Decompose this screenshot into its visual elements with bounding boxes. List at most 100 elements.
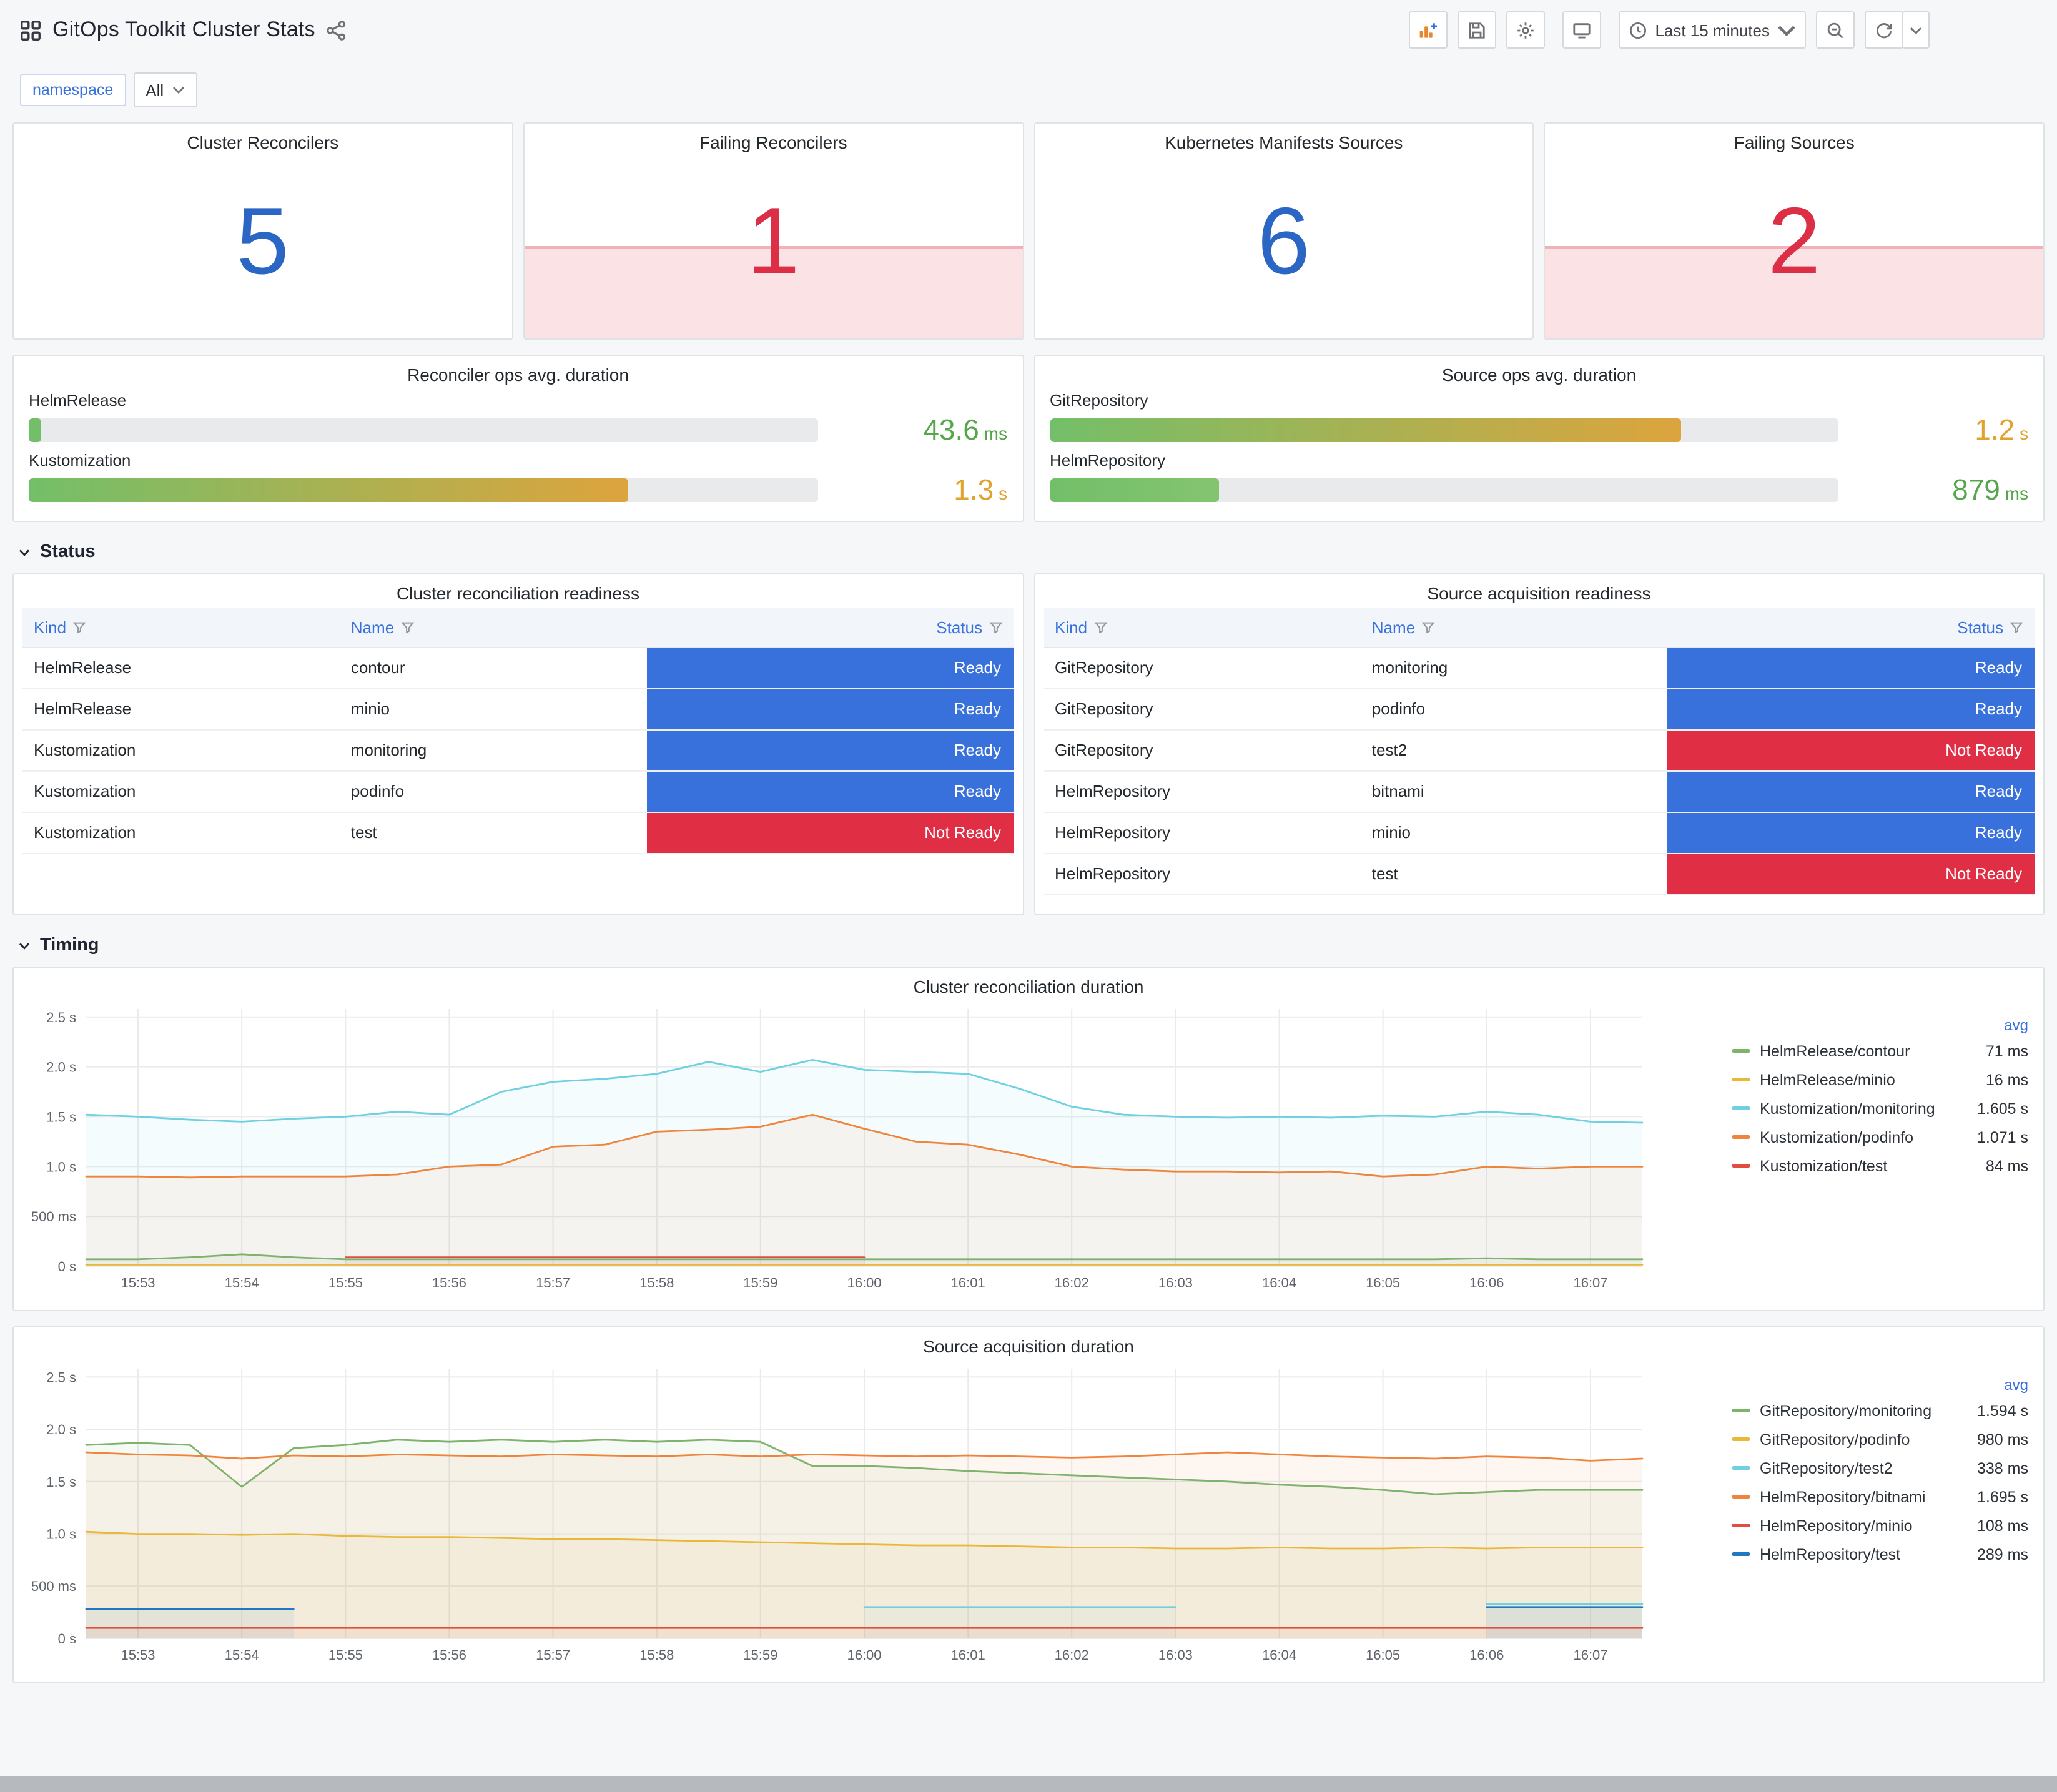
gauge-fill	[1050, 478, 1220, 502]
readiness-table: Kind Name Status GitRepository monitoring Rea…	[1043, 608, 2035, 895]
svg-text:15:58: 15:58	[639, 1647, 674, 1663]
gauge-fill	[29, 478, 628, 502]
legend-item[interactable]: Kustomization/monitoring 1.605 s	[1732, 1094, 2028, 1123]
share-icon[interactable]	[327, 19, 348, 41]
gear-icon	[1517, 22, 1534, 38]
cell-name: test	[339, 812, 647, 854]
svg-text:1.5 s: 1.5 s	[46, 1109, 76, 1125]
refresh-interval-dropdown[interactable]	[1902, 11, 1930, 49]
chevron-down-icon	[1778, 25, 1795, 36]
table-header-row: Kind Name Status	[22, 608, 1014, 647]
refresh-icon	[1876, 22, 1892, 38]
cell-name: contour	[339, 647, 647, 689]
legend-item[interactable]: HelmRepository/bitnami 1.695 s	[1732, 1482, 2028, 1511]
legend-series-label: GitRepository/podinfo	[1760, 1430, 1910, 1448]
svg-text:16:01: 16:01	[951, 1647, 985, 1663]
svg-text:16:00: 16:00	[847, 1275, 881, 1291]
legend-series-avg: 1.605 s	[1976, 1100, 2028, 1117]
dashboard-header: GitOps Toolkit Cluster Stats Last 15 min…	[0, 0, 2057, 60]
column-header-kind[interactable]: Kind	[1043, 608, 1361, 647]
status-badge: Ready	[646, 730, 1014, 769]
status-badge: Not Ready	[1667, 730, 2035, 769]
legend-item[interactable]: HelmRelease/minio 16 ms	[1732, 1065, 2028, 1094]
column-header-name[interactable]: Name	[1360, 608, 1668, 647]
legend-series-swatch	[1732, 1495, 1750, 1499]
legend-series-swatch	[1732, 1524, 1750, 1527]
dashboards-grid-icon[interactable]	[20, 19, 41, 41]
grafana-dashboard: GitOps Toolkit Cluster Stats Last 15 min…	[0, 0, 2057, 1792]
section-timing-label: Timing	[40, 935, 99, 955]
gauge-panel-title: Source ops avg. duration	[1441, 365, 1637, 385]
legend-series-label: GitRepository/monitoring	[1760, 1402, 1932, 1419]
status-badge: Not Ready	[1667, 854, 2035, 893]
legend-item[interactable]: GitRepository/podinfo 980 ms	[1732, 1425, 2028, 1454]
stat-panel: Failing Sources 2	[1544, 122, 2045, 340]
gauge-value-number: 879	[1952, 473, 2000, 506]
svg-text:16:07: 16:07	[1573, 1275, 1607, 1291]
save-dashboard-button[interactable]	[1458, 11, 1497, 49]
dashboard-settings-button[interactable]	[1506, 11, 1546, 49]
zoom-out-button[interactable]	[1816, 11, 1855, 49]
cycle-view-mode-button[interactable]	[1562, 11, 1602, 49]
cell-name: monitoring	[339, 729, 647, 771]
svg-text:16:06: 16:06	[1469, 1647, 1504, 1663]
column-header-name[interactable]: Name	[339, 608, 647, 647]
time-range-picker[interactable]: Last 15 minutes	[1619, 11, 1806, 49]
stats-row: Cluster Reconcilers 5 Failing Reconcilers 1…	[12, 122, 2045, 340]
time-series-plot[interactable]: 0 s 500 ms 1.0 s 1.5 s 2.0 s 2.5 s 15:53 15:54 1…	[21, 999, 1660, 1296]
svg-text:15:53: 15:53	[121, 1647, 155, 1663]
column-header-label: Status	[936, 618, 982, 637]
svg-text:15:59: 15:59	[743, 1647, 777, 1663]
time-series-plot[interactable]: 0 s 500 ms 1.0 s 1.5 s 2.0 s 2.5 s 15:53 15:54 1…	[21, 1359, 1660, 1668]
section-timing[interactable]: Timing	[17, 935, 2045, 955]
add-panel-button[interactable]	[1409, 11, 1448, 49]
filter-icon	[1421, 622, 1435, 633]
gauge-value-number: 43.6	[923, 413, 979, 446]
legend-series-label: HelmRepository/minio	[1760, 1517, 1913, 1534]
svg-text:16:02: 16:02	[1055, 1275, 1089, 1291]
legend-item[interactable]: Kustomization/test 84 ms	[1732, 1151, 2028, 1180]
bar-chart-add-icon	[1420, 22, 1438, 37]
gauge-value-unit: ms	[2000, 483, 2028, 503]
cell-status: Not Ready	[1667, 853, 2035, 895]
gauge-row: 1.3 s	[29, 473, 1007, 507]
stat-value: 2	[1767, 188, 1821, 294]
stat-value: 5	[236, 188, 290, 294]
legend-series-swatch	[1732, 1437, 1750, 1441]
legend-item[interactable]: HelmRelease/contour 71 ms	[1732, 1036, 2028, 1065]
legend-item[interactable]: GitRepository/test2 338 ms	[1732, 1454, 2028, 1482]
table-row: Kustomization monitoring Ready	[22, 729, 1014, 771]
column-header-status[interactable]: Status	[1667, 608, 2035, 647]
chart-panel-cluster-reconciliation: Cluster reconciliation duration 0 s 500 m…	[12, 967, 2045, 1311]
legend-avg-header: avg	[2004, 1017, 2028, 1034]
column-header-label: Name	[350, 618, 395, 637]
table-row: HelmRelease minio Ready	[22, 688, 1014, 730]
dashboard-toolbar: Last 15 minutes	[1399, 11, 1930, 49]
legend-series-label: HelmRelease/minio	[1760, 1071, 1895, 1088]
column-header-status[interactable]: Status	[646, 608, 1014, 647]
legend-item[interactable]: Kustomization/podinfo 1.071 s	[1732, 1123, 2028, 1151]
legend-series-label: HelmRelease/contour	[1760, 1042, 1910, 1060]
table-row: HelmRepository bitnami Ready	[1043, 770, 2035, 812]
bar-gauge-panel: Source ops avg. duration GitRepository 1.2…	[1033, 355, 2045, 522]
svg-text:16:04: 16:04	[1262, 1275, 1296, 1291]
legend-series-swatch	[1732, 1135, 1750, 1139]
gauge-track	[1050, 478, 1838, 502]
cell-kind: Kustomization	[22, 812, 340, 854]
legend-series-swatch	[1732, 1164, 1750, 1168]
legend-item[interactable]: GitRepository/monitoring 1.594 s	[1732, 1396, 2028, 1425]
cell-status: Ready	[1667, 688, 2035, 730]
refresh-button[interactable]	[1865, 11, 1903, 49]
gauge-fill	[1050, 418, 1681, 442]
status-badge: Ready	[646, 771, 1014, 810]
stat-panel-title: Kubernetes Manifests Sources	[1165, 132, 1403, 152]
legend-item[interactable]: HelmRepository/test 289 ms	[1732, 1540, 2028, 1568]
filter-icon	[989, 622, 1002, 633]
variable-namespace-label[interactable]: namespace	[20, 74, 126, 106]
legend-avg-header: avg	[2004, 1376, 2028, 1394]
section-status[interactable]: Status	[17, 542, 2045, 562]
variable-namespace-picker[interactable]: All	[133, 72, 198, 107]
legend-item[interactable]: HelmRepository/minio 108 ms	[1732, 1511, 2028, 1540]
cell-kind: HelmRepository	[1043, 812, 1361, 854]
column-header-kind[interactable]: Kind	[22, 608, 340, 647]
